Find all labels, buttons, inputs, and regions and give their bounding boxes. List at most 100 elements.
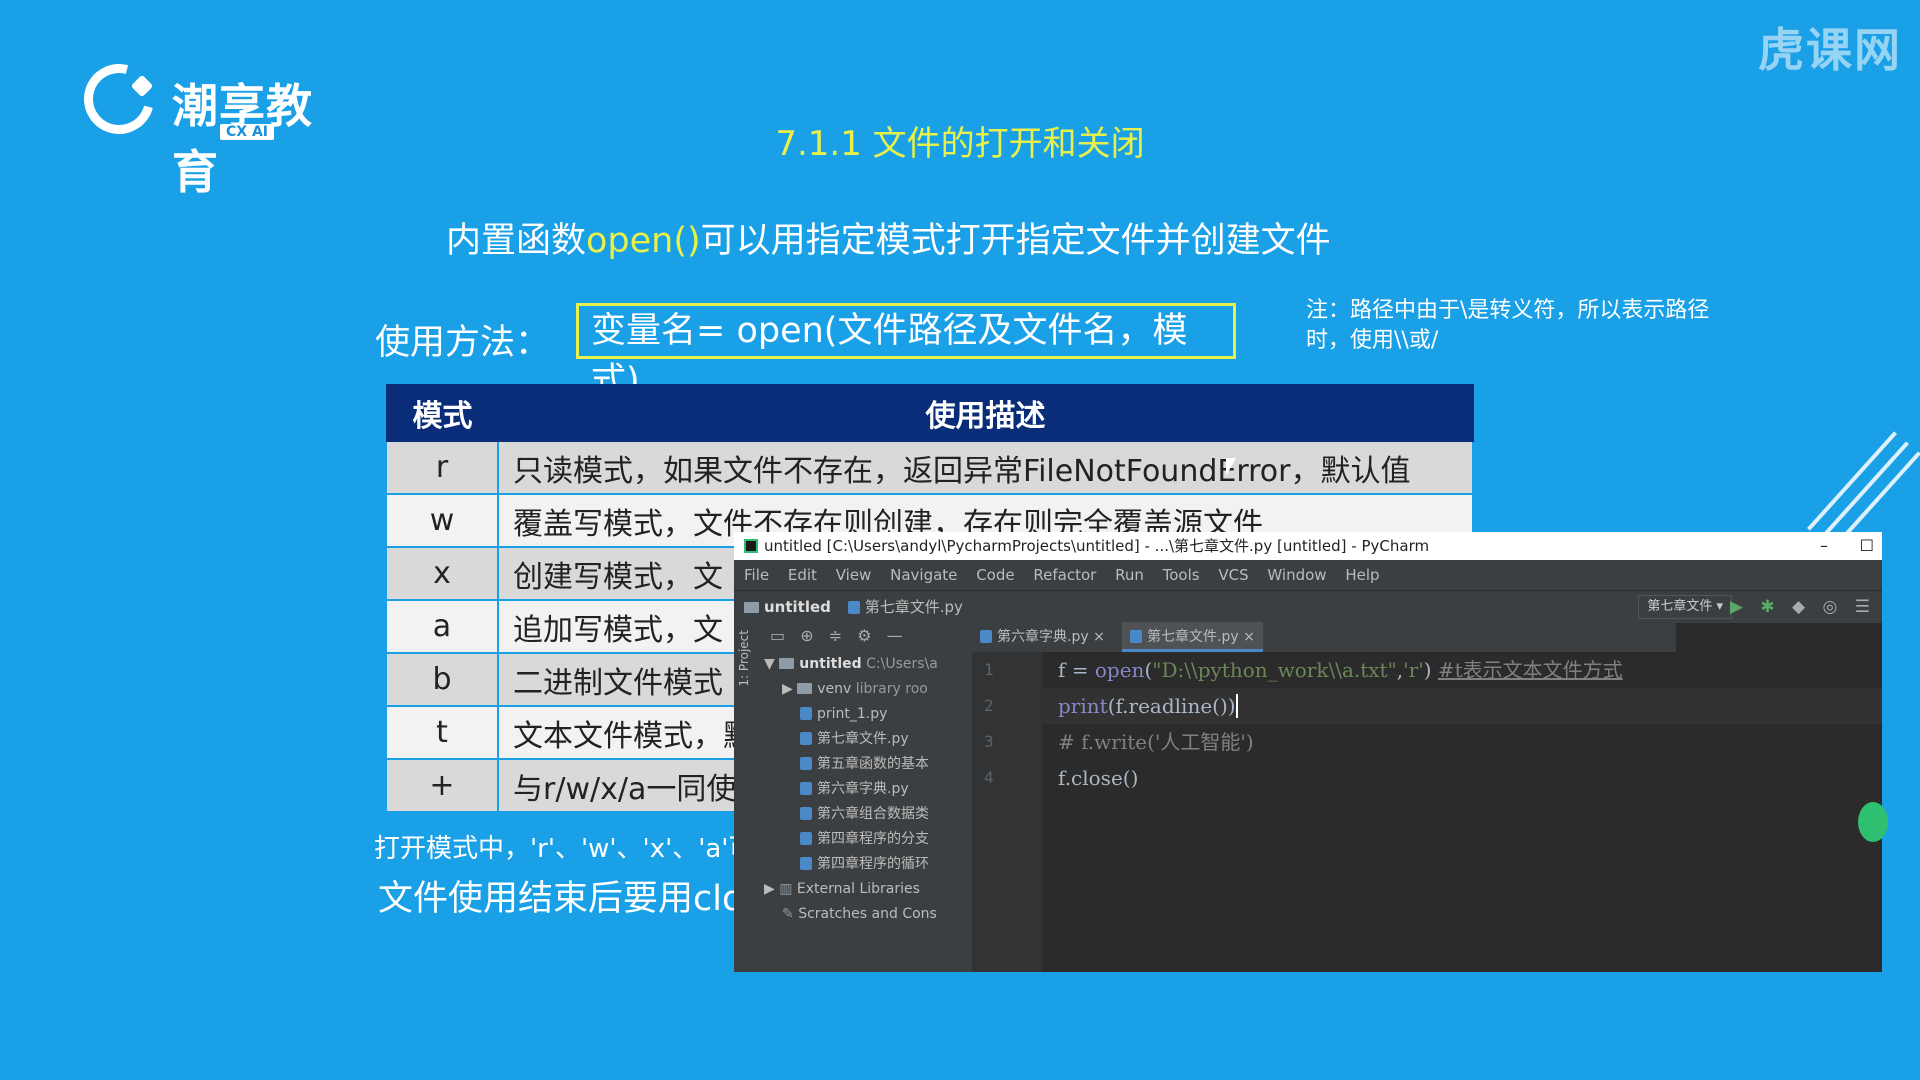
code-line[interactable]: f.close() [1042, 760, 1882, 796]
navigation-bar: untitled 第七章文件.py 第七章文件 ▾ ▶ ✱ ◆ ◎ ☰ [734, 590, 1882, 623]
python-file-icon [800, 832, 812, 845]
mode-cell: w [387, 494, 499, 548]
menu-refactor[interactable]: Refactor [1033, 566, 1096, 584]
usage-label: 使用方法： [375, 323, 551, 363]
tree-item[interactable]: print_1.py [760, 702, 972, 727]
menu-edit[interactable]: Edit [788, 566, 817, 584]
library-icon: ▥ [779, 881, 793, 897]
run-toolbar: ▶ ✱ ◆ ◎ ☰ [1724, 591, 1876, 623]
line-number: 2 [984, 696, 994, 715]
stop-icon[interactable]: ☰ [1855, 597, 1870, 617]
minimize-button[interactable]: – [1820, 532, 1828, 560]
code-editor[interactable]: f = open("D:\\python_work\\a.txt",'r') #… [1042, 652, 1882, 972]
mode-cell: r [387, 441, 499, 495]
python-file-icon [847, 601, 860, 614]
folder-icon [779, 658, 795, 669]
table-header-row: 模式 使用描述 [386, 384, 1474, 442]
line-gutter: 1 2 3 4 [972, 652, 1042, 972]
coverage-icon[interactable]: ◆ [1792, 597, 1805, 617]
mode-cell: t [387, 706, 499, 760]
menu-window[interactable]: Window [1267, 566, 1326, 584]
run-config-select[interactable]: 第七章文件 ▾ [1638, 595, 1732, 619]
tree-item[interactable]: 第四章程序的循环 [760, 852, 972, 877]
menu-run[interactable]: Run [1115, 566, 1144, 584]
python-file-icon [800, 857, 812, 870]
menu-tools[interactable]: Tools [1163, 566, 1200, 584]
footer-note-2: 文件使用结束后要用clo [378, 879, 744, 919]
pycharm-icon [744, 539, 758, 553]
folder-icon [744, 602, 759, 613]
window-title: untitled [C:\Users\andyl\PycharmProjects… [764, 537, 1430, 555]
collapse-icon[interactable]: ≑ [829, 626, 842, 645]
text-caret [1235, 694, 1238, 718]
menu-help[interactable]: Help [1345, 566, 1379, 584]
footer-note-1: 打开模式中，'r'、'w'、'x'、'a'可 [374, 834, 755, 864]
pycharm-window[interactable]: untitled [C:\Users\andyl\PycharmProjects… [734, 532, 1888, 972]
expand-arrow-icon[interactable]: ▶ [764, 881, 775, 897]
mode-cell: + [387, 759, 499, 813]
line-number: 3 [984, 732, 994, 751]
tree-item[interactable]: ▶ ▥ External Libraries [760, 877, 972, 902]
code-line[interactable]: f = open("D:\\python_work\\a.txt",'r') #… [1042, 652, 1882, 688]
tab-label: 第七章文件.py [1147, 629, 1239, 645]
gear-icon[interactable]: ⚙ [857, 626, 871, 645]
code-line[interactable]: print(f.readline()) [1042, 688, 1882, 724]
run-icon[interactable]: ▶ [1730, 597, 1743, 617]
python-file-icon [980, 630, 992, 643]
run-config-label: 第七章文件 [1647, 599, 1713, 614]
tree-item[interactable]: ▼ untitled C:\Users\a [760, 652, 972, 677]
intro-prefix: 内置函数 [446, 221, 587, 261]
line-number: 4 [984, 768, 994, 787]
menu-file[interactable]: File [744, 566, 769, 584]
tree-item[interactable]: 第六章组合数据类 [760, 802, 972, 827]
expand-arrow-icon[interactable]: ▼ [764, 656, 775, 672]
breadcrumb-file[interactable]: 第七章文件.py [865, 598, 963, 616]
assistant-badge-icon[interactable] [1858, 802, 1888, 842]
tree-item[interactable]: ▶ venv library roo [760, 677, 972, 702]
tree-item[interactable]: 第五章函数的基本 [760, 752, 972, 777]
breadcrumb: untitled 第七章文件.py [744, 598, 963, 616]
usage-syntax-box: 变量名= open(文件路径及文件名，模式) [576, 303, 1236, 401]
debug-icon[interactable]: ✱ [1760, 597, 1774, 617]
mode-cell: a [387, 600, 499, 654]
tab-chapter6[interactable]: 第六章字典.py × [972, 622, 1113, 652]
mode-cell: x [387, 547, 499, 601]
python-file-icon [800, 782, 812, 795]
hide-icon[interactable]: — [887, 626, 903, 645]
project-view-icon[interactable]: ▭ [770, 626, 785, 645]
header-mode: 模式 [386, 384, 499, 442]
expand-arrow-icon[interactable]: ▶ [782, 681, 793, 697]
menu-code[interactable]: Code [976, 566, 1014, 584]
folder-icon [797, 683, 813, 694]
python-file-icon [1130, 630, 1142, 643]
path-note: 注：路径中由于\是转义符，所以表示路径时，使用\\或/ [1306, 298, 1710, 353]
window-titlebar[interactable]: untitled [C:\Users\andyl\PycharmProjects… [734, 532, 1882, 560]
project-tool-tab[interactable]: 1: Project [737, 630, 751, 687]
tab-label: 第六章字典.py [997, 629, 1089, 645]
chevron-down-icon: ▾ [1716, 599, 1723, 614]
tree-item[interactable]: 第六章字典.py [760, 777, 972, 802]
close-icon[interactable]: × [1243, 629, 1255, 645]
line-number: 1 [984, 660, 994, 679]
maximize-button[interactable]: ☐ [1860, 532, 1874, 560]
python-file-icon [800, 707, 812, 720]
tree-item[interactable]: 第四章程序的分支 [760, 827, 972, 852]
menu-view[interactable]: View [836, 566, 872, 584]
scratch-icon: ✎ [782, 906, 794, 922]
locate-icon[interactable]: ⊕ [800, 626, 813, 645]
tree-item[interactable]: 第七章文件.py [760, 727, 972, 752]
slide-title: 7.1.1 文件的打开和关闭 [775, 124, 1145, 164]
menu-vcs[interactable]: VCS [1218, 566, 1248, 584]
tab-chapter7[interactable]: 第七章文件.py × [1122, 622, 1263, 652]
deco-line [1819, 441, 1909, 541]
tree-item[interactable]: ✎ Scratches and Cons [760, 902, 972, 927]
close-icon[interactable]: × [1093, 629, 1105, 645]
code-line[interactable]: # f.write('人工智能') [1042, 724, 1882, 760]
header-desc: 使用描述 [497, 384, 1474, 442]
profile-icon[interactable]: ◎ [1823, 597, 1838, 617]
breadcrumb-project[interactable]: untitled [764, 598, 831, 616]
mouse-cursor-icon [1226, 458, 1236, 476]
project-tree: ▼ untitled C:\Users\a ▶ venv library roo… [760, 652, 972, 972]
menu-bar: File Edit View Navigate Code Refactor Ru… [734, 560, 1882, 590]
menu-navigate[interactable]: Navigate [890, 566, 957, 584]
